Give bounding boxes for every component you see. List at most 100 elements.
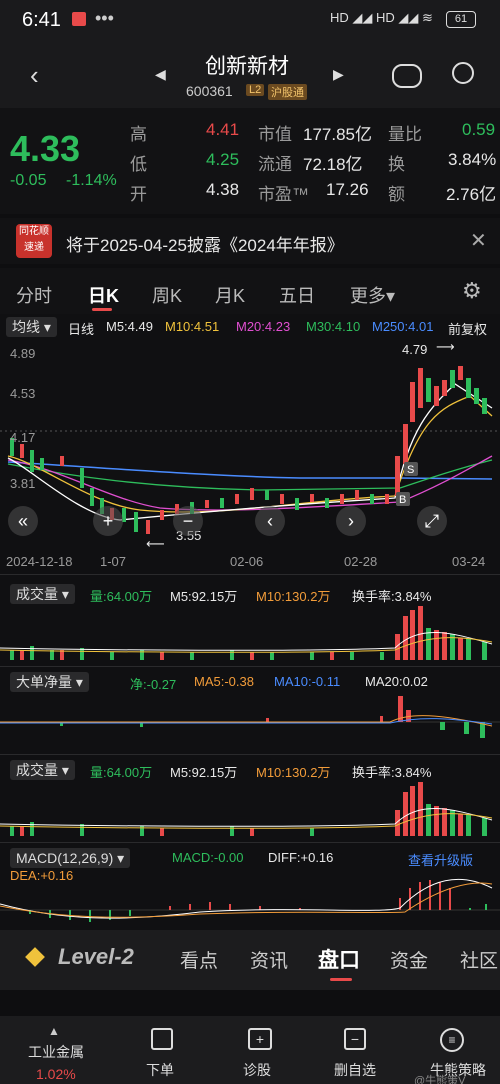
period-tabs: 分时 日K 周K 月K 五日 更多▾ ⚙ <box>0 268 500 314</box>
kline-period-label: 日线 <box>68 322 95 337</box>
signal-icons: HD ◢◢ HD ◢◢ ≋ <box>330 10 433 25</box>
settings-gear-icon[interactable]: ⚙ <box>462 278 482 304</box>
volume2-selector[interactable]: 成交量 ▾ <box>10 760 75 780</box>
macd-selector[interactable]: MACD(12,26,9) ▾ <box>10 848 131 868</box>
pe-label: 市盈™ <box>258 185 309 204</box>
divider <box>0 842 500 843</box>
y-label-0: 4.89 <box>10 346 36 361</box>
announcement-text: 将于2025-04-25披露《2024年年报》 <box>66 236 344 255</box>
tab-funds[interactable]: 资金 <box>390 946 428 973</box>
open-value: 4.38 <box>206 180 240 199</box>
watermark-text: @牛熊策V <box>414 1075 466 1084</box>
tab-level2[interactable]: Level-2 <box>58 944 134 970</box>
quote-panel: 4.33 -0.05 -1.14% 高 4.41 低 4.25 开 4.38 市… <box>0 108 500 214</box>
net-ma5: MA5:-0.38 <box>194 674 254 689</box>
low-label: 低 <box>130 155 147 174</box>
ma20-value: M20:4.23 <box>236 319 291 334</box>
net-value: 净:-0.27 <box>130 677 177 692</box>
upgrade-link[interactable]: 查看升级版 <box>408 850 473 869</box>
close-icon[interactable]: ✕ <box>470 228 487 253</box>
remove-watchlist-icon[interactable]: − <box>344 1028 366 1050</box>
vol-ratio-label: 量比 <box>388 125 422 144</box>
stock-name: 创新新材 <box>205 55 289 78</box>
logo-top-text: 同花顺 <box>19 226 49 237</box>
diagnose-plus-icon[interactable]: + <box>248 1028 272 1050</box>
zoom-in-icon[interactable]: + <box>93 506 123 536</box>
amount-label: 额 <box>388 185 405 204</box>
x-label-4: 03-24 <box>452 554 486 569</box>
high-mark-arrow: ⟶ <box>436 339 455 354</box>
ths-logo: 同花顺 速递 <box>16 224 52 258</box>
y-label-2: 4.17 <box>10 430 36 445</box>
vol-ratio-value: 0.59 <box>462 120 496 139</box>
diff-value: DIFF:+0.16 <box>268 850 334 865</box>
robot-assistant-icon[interactable] <box>392 64 422 88</box>
price-change: -0.05 <box>10 172 47 189</box>
announcement-banner[interactable]: 同花顺 速递 将于2025-04-25披露《2024年年报》 ✕ <box>0 218 500 264</box>
bottom-tab-bar: Level-2 看点 资讯 盘口 资金 社区 <box>0 930 500 990</box>
prev-stock-icon[interactable]: ◀ <box>155 66 166 83</box>
tab-highlights[interactable]: 看点 <box>180 946 218 973</box>
tab-news[interactable]: 资讯 <box>250 946 288 973</box>
low-value: 4.25 <box>206 150 240 169</box>
ma10-value: M10:4.51 <box>165 319 220 334</box>
open-label: 开 <box>130 185 147 204</box>
mcap-value: 177.85亿 <box>303 125 372 144</box>
turnover-value: 3.84% <box>448 150 497 169</box>
order-doc-icon[interactable] <box>151 1028 173 1050</box>
y-label-1: 4.53 <box>10 386 36 401</box>
tab-more[interactable]: 更多▾ <box>350 282 395 308</box>
mcap-label: 市值 <box>258 125 292 144</box>
big-order-selector[interactable]: 大单净量 ▾ <box>10 672 89 692</box>
big-order-chart <box>0 696 500 738</box>
logo-bottom-text: 速递 <box>24 242 44 253</box>
pe-value: 17.26 <box>326 180 369 199</box>
tab-minute[interactable]: 分时 <box>16 282 52 308</box>
market-badge: 沪股通 <box>268 84 307 100</box>
s-tag: S <box>407 464 414 476</box>
x-label-3: 02-28 <box>344 554 378 569</box>
macd-value: MACD:-0.00 <box>172 850 244 865</box>
high-label: 高 <box>130 125 147 144</box>
scroll-right-icon[interactable]: › <box>336 506 366 536</box>
ma-selector[interactable]: 均线 ▾ <box>6 317 57 337</box>
chart-area: 均线 ▾ 日线 M5:4.49 M10:4.51 M20:4.23 M30:4.… <box>0 314 500 930</box>
bottom-tab-indicator <box>330 978 352 981</box>
tab-monthly[interactable]: 月K <box>215 282 245 308</box>
x-label-2: 02-06 <box>230 554 264 569</box>
menu-icon[interactable]: ≡ <box>440 1028 464 1052</box>
nav-remove-watchlist[interactable]: 删自选 <box>334 1060 376 1080</box>
tab-orderbook[interactable]: 盘口 <box>318 944 360 974</box>
float-value: 72.18亿 <box>303 155 363 174</box>
stock-header: ‹ ◀ 创新新材 600361 L2 沪股通 ▶ <box>0 40 500 108</box>
shrink-left-icon[interactable]: « <box>8 506 38 536</box>
level2-diamond-icon <box>25 947 45 967</box>
float-label: 流通 <box>258 155 292 174</box>
tab-weekly[interactable]: 周K <box>152 282 182 308</box>
bottom-nav: ▲ 工业金属 1.02% 下单 + 诊股 − 删自选 ≡ 牛熊策略 @牛熊策V <box>0 1016 500 1084</box>
fullscreen-icon[interactable]: ⤢ <box>417 506 447 536</box>
status-bar: 6:41 ••• HD ◢◢ HD ◢◢ ≋ 61 <box>0 0 500 40</box>
b-tag: B <box>399 494 406 506</box>
sector-name[interactable]: 工业金属 <box>28 1042 84 1062</box>
tab-daily[interactable]: 日K <box>88 282 119 308</box>
volume2-m10: M10:130.2万 <box>256 765 331 780</box>
nav-diagnose[interactable]: 诊股 <box>243 1060 271 1080</box>
scroll-left-icon[interactable]: ‹ <box>255 506 285 536</box>
net-ma10: MA10:-0.11 <box>274 674 341 689</box>
sector-change: 1.02% <box>36 1066 76 1082</box>
nav-order[interactable]: 下单 <box>146 1060 174 1080</box>
volume2-m5: M5:92.15万 <box>170 765 238 780</box>
tab-active-indicator <box>92 308 112 311</box>
ma30-value: M30:4.10 <box>306 319 361 334</box>
next-stock-icon[interactable]: ▶ <box>333 66 344 83</box>
volume2-value: 量:64.00万 <box>90 765 153 780</box>
zoom-out-icon[interactable]: − <box>173 506 203 536</box>
volume-selector[interactable]: 成交量 ▾ <box>10 584 75 604</box>
adjust-label[interactable]: 前复权 <box>448 319 487 338</box>
search-icon[interactable] <box>452 62 474 84</box>
divider <box>0 754 500 755</box>
back-icon[interactable]: ‹ <box>30 60 39 91</box>
tab-community[interactable]: 社区 <box>460 946 498 973</box>
tab-five-day[interactable]: 五日 <box>279 282 315 308</box>
